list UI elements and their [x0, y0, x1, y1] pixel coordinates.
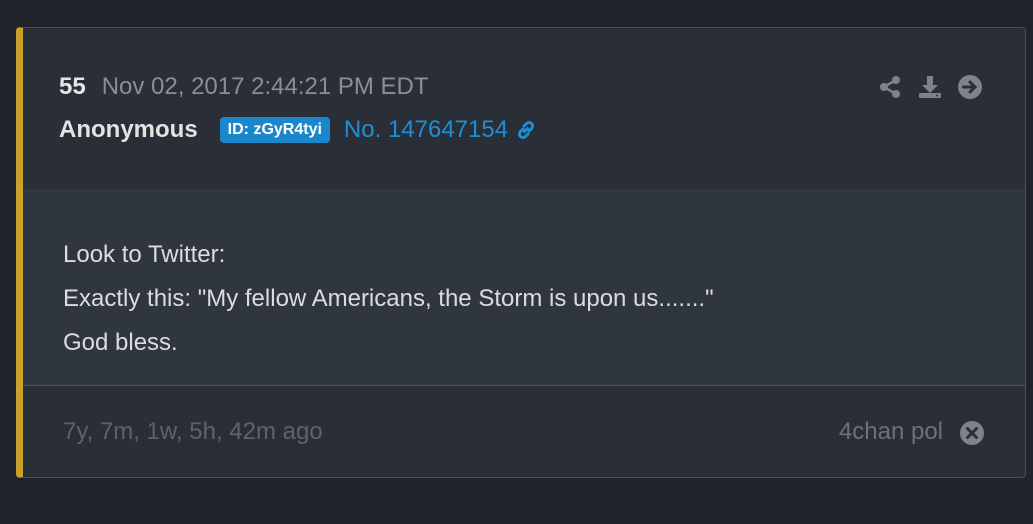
- post-message: Look to Twitter: Exactly this: "My fello…: [63, 233, 714, 365]
- post-body: Look to Twitter: Exactly this: "My fello…: [23, 189, 1025, 386]
- post-meta-line: 55 Nov 02, 2017 2:44:21 PM EDT: [59, 73, 429, 101]
- post-header: 55 Nov 02, 2017 2:44:21 PM EDT Anonymous…: [23, 28, 1025, 190]
- share-icon[interactable]: [877, 74, 903, 100]
- post-footer: 7y, 7m, 1w, 5h, 42m ago 4chan pol: [23, 386, 1025, 477]
- post-number-link-label: No. 147647154: [343, 116, 509, 143]
- download-icon[interactable]: [917, 74, 943, 100]
- post-number-link[interactable]: No. 147647154: [344, 116, 538, 144]
- poster-id-badge: ID: zGyR4tyi: [219, 117, 330, 143]
- arrow-right-circle-icon[interactable]: [957, 74, 983, 100]
- link-icon[interactable]: [514, 118, 538, 142]
- message-line: God bless.: [63, 329, 178, 356]
- post-number: 55: [59, 73, 86, 100]
- post-age: 7y, 7m, 1w, 5h, 42m ago: [63, 418, 323, 445]
- post-author: Anonymous: [59, 116, 198, 143]
- post-card: 55 Nov 02, 2017 2:44:21 PM EDT Anonymous…: [16, 27, 1026, 478]
- post-actions: [877, 74, 983, 100]
- post-timestamp: Nov 02, 2017 2:44:21 PM EDT: [101, 73, 429, 100]
- post-source: 4chan pol: [838, 418, 943, 445]
- message-line: Look to Twitter:: [63, 241, 226, 268]
- message-line: Exactly this: "My fellow Americans, the …: [63, 285, 714, 312]
- close-circle-icon[interactable]: [959, 420, 985, 446]
- post-author-line: Anonymous ID: zGyR4tyi No. 147647154: [59, 116, 538, 144]
